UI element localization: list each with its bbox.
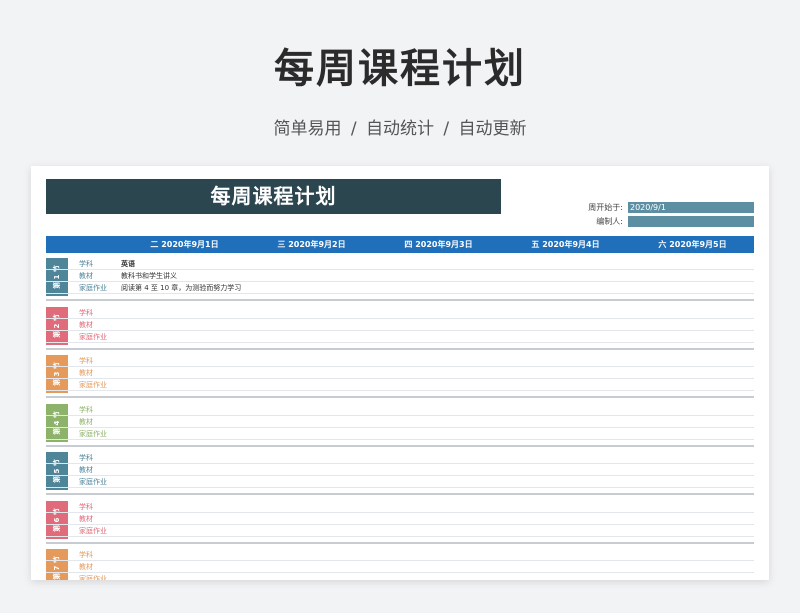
period-row-subject[interactable]: 学科 [46,452,754,464]
row-label: 教材 [79,417,93,426]
period-row-subject[interactable]: 学科 [46,307,754,319]
period-row-homework[interactable]: 家庭作业 [46,379,754,391]
period-row-homework[interactable]: 家庭作业 [46,428,754,440]
row-label: 学科 [79,308,93,317]
period-row-subject[interactable]: 学科 [46,549,754,561]
cell-value[interactable]: 阅读第 4 至 10 章，为测验而努力学习 [121,283,241,293]
period-row-material[interactable]: 教材 [46,367,754,379]
day-header-row: 二 2020年9月1日 三 2020年9月2日 四 2020年9月3日 五 20… [46,236,754,253]
row-label: 教材 [79,320,93,329]
day-header-cell: 六 2020年9月5日 [658,240,727,249]
cell-value[interactable]: 英语 [121,259,135,269]
week-start-field[interactable]: 2020/9/1 [628,202,754,213]
cell-value[interactable]: 教科书和学生讲义 [121,271,177,281]
editor-field[interactable] [628,216,754,227]
week-start-label: 周开始于: [588,203,623,212]
period-row-subject[interactable]: 学科 [46,404,754,416]
row-label: 家庭作业 [79,284,107,292]
row-label: 学科 [79,502,93,511]
period-block: 第 4 节学科 教材 家庭作业 [46,401,754,447]
period-row-subject[interactable]: 学科 [46,501,754,513]
row-label: 家庭作业 [79,478,107,486]
row-label: 学科 [79,551,93,559]
period-block: 第 7 节学科 教材 家庭作业 [46,546,754,580]
row-label: 学科 [79,454,93,462]
row-label: 家庭作业 [79,575,107,580]
period-row-material[interactable]: 教材 [46,416,754,428]
period-row-homework[interactable]: 家庭作业 [46,331,754,343]
row-label: 家庭作业 [79,381,107,389]
editor-label: 编制人: [596,217,623,226]
period-block: 第 3 节学科 教材 家庭作业 [46,352,754,398]
period-block: 第 2 节学科 教材 家庭作业 [46,304,754,350]
period-row-material[interactable]: 教材 [46,464,754,476]
period-row-material[interactable]: 教材 [46,319,754,331]
row-label: 学科 [79,405,93,414]
period-separator [46,347,754,350]
period-row-material[interactable]: 教材 [46,561,754,573]
period-row-subject[interactable]: 学科 [46,355,754,367]
day-header-cell: 四 2020年9月3日 [404,240,473,249]
spreadsheet-sheet: 每周课程计划 周开始于: 2020/9/1 编制人: 二 2020年9月1日 三… [31,166,769,580]
row-label: 家庭作业 [79,526,107,535]
sheet-title-banner: 每周课程计划 [46,179,501,214]
row-label: 学科 [79,357,93,365]
row-label: 教材 [79,272,93,280]
row-label: 教材 [79,369,93,377]
row-label: 家庭作业 [79,332,107,341]
period-row-homework[interactable]: 家庭作业 阅读第 4 至 10 章，为测验而努力学习 [46,282,754,294]
period-row-homework[interactable]: 家庭作业 [46,525,754,537]
period-block: 第 5 节学科 教材 家庭作业 [46,449,754,495]
period-block: 第 6 节学科 教材 家庭作业 [46,498,754,544]
day-header-cell: 三 2020年9月2日 [277,240,346,249]
row-label: 家庭作业 [79,429,107,438]
day-header-cell: 五 2020年9月4日 [531,240,600,249]
period-row-material[interactable]: 教材 教科书和学生讲义 [46,270,754,282]
period-row-material[interactable]: 教材 [46,513,754,525]
promo-subtitle: 简单易用 / 自动统计 / 自动更新 [273,119,527,139]
row-label: 教材 [79,563,93,571]
period-block: 第 1 节学科 英语 教材 教科书和学生讲义 家庭作业 阅读第 4 至 10 章，为测验而… [46,255,754,301]
period-separator [46,396,754,398]
period-separator [46,541,754,544]
period-row-subject[interactable]: 学科 英语 [46,258,754,270]
period-row-homework[interactable]: 家庭作业 [46,476,754,488]
period-row-homework[interactable]: 家庭作业 [46,573,754,580]
row-label: 教材 [79,514,93,523]
day-header-cell: 二 2020年9月1日 [150,240,219,249]
row-label: 学科 [79,260,93,268]
period-separator [46,444,754,447]
period-separator [46,493,754,495]
promo-title: 每周课程计划 [274,46,526,92]
period-separator [46,299,754,301]
row-label: 教材 [79,466,93,474]
